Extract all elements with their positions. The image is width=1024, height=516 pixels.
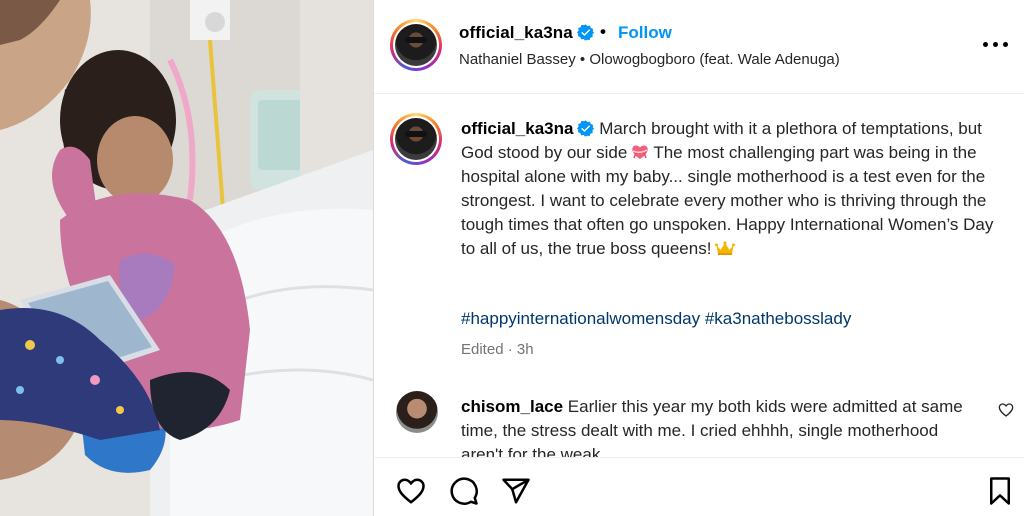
commenter-avatar[interactable] [396,391,438,433]
author-avatar[interactable] [390,19,442,71]
heart-icon[interactable] [396,476,426,506]
comment-username[interactable]: chisom_lace [461,397,563,416]
hospital-photo-illustration [0,0,373,516]
post-actions-bar [374,457,1024,516]
verified-badge-icon [576,24,594,41]
hashtag-link[interactable]: #ka3natheboss­lady [705,309,852,328]
crown-emoji [715,241,736,255]
hashtags: #happyinternationalwomensday #ka3nathebo… [461,309,851,329]
author-username[interactable]: official_ka3na [459,23,594,43]
audio-track-link[interactable]: Nathaniel Bassey • Olowogbogboro (feat. … [459,51,840,68]
more-options-icon[interactable] [982,34,1010,54]
verified-badge-icon [577,120,595,137]
comment-like-heart-icon[interactable] [998,402,1014,418]
caption-author-avatar[interactable] [390,113,442,165]
post-details-panel: official_ka3na • Follow Nathaniel Bassey… [374,0,1024,516]
post-photo [0,0,373,516]
share-icon[interactable] [501,476,531,506]
author-username-text[interactable]: official_ka3na [459,23,573,42]
follow-button[interactable]: Follow [618,23,672,43]
post-header: official_ka3na • Follow Nathaniel Bassey… [374,0,1024,94]
post-caption: official_ka3na March brought with it a p… [461,117,1001,261]
comment-icon[interactable] [449,476,479,506]
bookmark-icon[interactable] [985,476,1015,506]
edited-timestamp[interactable]: Edited · 3h [461,341,534,358]
hashtag-link[interactable]: #happyinternationalwomensday [461,309,700,328]
separator-dot: • [600,22,606,41]
caption-username[interactable]: official_ka3na [461,119,573,138]
heart-ribbon-emoji [632,145,649,159]
